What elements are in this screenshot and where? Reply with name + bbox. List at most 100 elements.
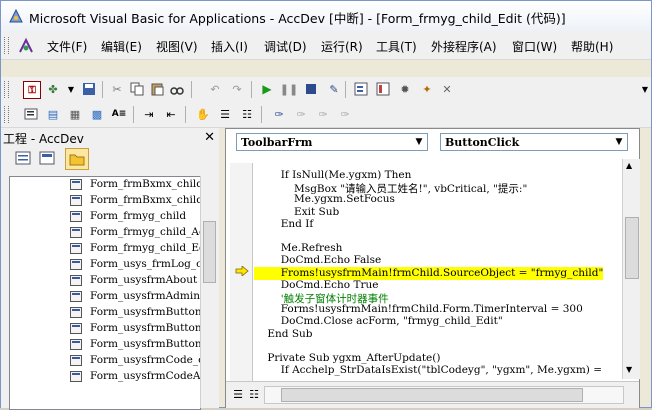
vba-window: Microsoft Visual Basic for Applications … — [0, 0, 652, 410]
view-code-icon[interactable] — [15, 150, 31, 166]
insert-dropdown-icon[interactable]: ▼ — [63, 81, 79, 97]
tree-item[interactable]: Form_frmyg_child_Ed — [10, 241, 200, 257]
toolbox-icon[interactable]: ✦ — [419, 81, 435, 97]
tree-item[interactable]: Form_usysfrmCodeAdd — [10, 369, 200, 385]
code-editor[interactable]: If IsNull(Me.ygxm) Then MsgBox "请输入员工姓名!… — [254, 169, 616, 379]
menu-window[interactable]: 窗口(W) — [512, 38, 557, 55]
code-horizontal-scrollbar[interactable] — [264, 386, 624, 404]
form-module-icon — [70, 227, 82, 238]
tree-item[interactable]: Form_usysfrmButton — [10, 321, 200, 337]
design-mode-icon[interactable]: ✎ — [326, 81, 342, 97]
procedure-view-icon[interactable]: ☰ — [230, 386, 246, 402]
previous-bookmark-icon[interactable]: ✑ — [315, 106, 331, 122]
project-tree-scrollbar[interactable] — [200, 176, 216, 408]
redo-icon[interactable]: ↷ — [229, 81, 245, 97]
code-line[interactable]: Private Sub ygxm_AfterUpdate() — [254, 352, 440, 365]
code-vertical-scrollbar[interactable]: ▲ ▼ — [622, 159, 640, 379]
run-icon[interactable]: ▶ — [259, 81, 275, 97]
toggle-bookmark-icon[interactable]: ✑ — [271, 106, 287, 122]
properties-window-icon[interactable] — [375, 81, 391, 97]
tree-item[interactable]: Form_frmyg_child — [10, 209, 200, 225]
tree-item[interactable]: Form_frmBxmx_child — [10, 193, 200, 209]
tree-item[interactable]: Form_usysfrmAdmin — [10, 289, 200, 305]
tree-item[interactable]: Form_usysfrmAbout — [10, 273, 200, 289]
copy-icon[interactable] — [129, 81, 145, 97]
tree-item[interactable]: Form_usys_frmLog_cl — [10, 257, 200, 273]
menu-file[interactable]: 文件(F) — [47, 38, 87, 55]
tree-item[interactable]: Form_frmyg_child_Ac — [10, 225, 200, 241]
code-scroll-thumb[interactable] — [625, 217, 639, 279]
code-line[interactable]: Me.ygxm.SetFocus — [254, 193, 395, 206]
object-combo[interactable]: ToolbarFrm ▼ — [236, 133, 428, 151]
code-line[interactable]: End Sub — [254, 328, 312, 341]
project-tree-scroll-thumb[interactable] — [203, 221, 216, 283]
tools-icon[interactable]: ✕ — [439, 81, 455, 97]
parameter-info-icon[interactable]: ▩ — [89, 106, 105, 122]
list-properties-icon[interactable] — [23, 106, 39, 122]
cut-icon[interactable]: ✂ — [109, 81, 125, 97]
object-browser-icon[interactable]: ✹ — [397, 81, 413, 97]
menu-grip[interactable] — [4, 37, 9, 54]
clear-bookmarks-icon[interactable]: ✑ — [337, 106, 353, 122]
code-line[interactable]: If IsNull(Me.ygxm) Then — [254, 169, 412, 182]
horizontal-scroll-thumb[interactable] — [281, 388, 583, 402]
edit-toolbar-grip[interactable] — [4, 106, 9, 123]
project-explorer-title: 工程 - AccDev — [3, 132, 84, 146]
find-icon[interactable] — [169, 81, 185, 97]
tree-item[interactable]: Form_usysfrmButton — [10, 337, 200, 353]
form-module-icon — [70, 355, 82, 366]
scroll-up-icon[interactable]: ▲ — [626, 161, 632, 170]
next-bookmark-icon[interactable]: ✑ — [293, 106, 309, 122]
toggle-breakpoint-icon[interactable]: ✋ — [195, 106, 211, 122]
complete-word-icon[interactable]: A≡ — [111, 106, 127, 122]
procedure-combo[interactable]: ButtonClick ▼ — [440, 133, 628, 151]
project-tree[interactable]: Form_frmBxmx_child Form_frmBxmx_child Fo… — [9, 176, 201, 410]
toggle-folders-icon[interactable] — [65, 148, 89, 170]
code-line[interactable]: Me.Refresh — [254, 242, 343, 255]
menu-addins[interactable]: 外接程序(A) — [431, 38, 497, 55]
save-icon[interactable] — [81, 81, 97, 97]
view-access-icon[interactable]: ⚿ — [23, 81, 41, 99]
code-line[interactable]: If Acchelp_StrDataIsExist("tblCodeyg", "… — [254, 364, 602, 377]
indent-icon[interactable]: ⇥ — [141, 106, 157, 122]
project-explorer-icon[interactable] — [353, 81, 369, 97]
menu-help[interactable]: 帮助(H) — [571, 38, 613, 55]
chevron-down-icon[interactable]: ▼ — [411, 134, 427, 150]
tree-item[interactable]: Form_frmBxmx_child — [10, 177, 200, 193]
code-line[interactable]: Exit Sub — [254, 206, 339, 219]
view-object-icon[interactable] — [39, 150, 55, 166]
tree-item[interactable]: Form_usysfrmButton — [10, 305, 200, 321]
code-line[interactable]: DoCmd.Close acForm, "frmyg_child_Edit" — [254, 315, 503, 328]
toolbar-options-icon[interactable]: ▼ — [637, 81, 652, 97]
paste-icon[interactable] — [149, 81, 165, 97]
scroll-down-icon[interactable]: ▼ — [626, 365, 632, 374]
quick-info-icon[interactable]: ▦ — [67, 106, 83, 122]
menu-insert[interactable]: 插入(I) — [211, 38, 248, 55]
code-line[interactable]: End If — [254, 218, 314, 231]
current-execution-line[interactable]: Froms!usysfrmMain!frmChild.SourceObject … — [254, 266, 604, 280]
tree-item[interactable]: Form_usysfrmCode_cl — [10, 353, 200, 369]
break-icon[interactable]: ❚❚ — [280, 81, 298, 97]
uncomment-block-icon[interactable]: ☷ — [239, 106, 255, 122]
code-comment-line[interactable]: '触发子窗体计时器事件 — [254, 291, 389, 305]
code-line[interactable]: MsgBox "请输入员工姓名!", vbCritical, "提示:" — [254, 181, 527, 195]
code-line[interactable]: Forms!usysfrmMain!frmChild.Form.TimerInt… — [254, 303, 583, 316]
toolbar-grip[interactable] — [4, 81, 9, 98]
vba-menu-icon[interactable] — [17, 37, 35, 55]
undo-icon[interactable]: ↶ — [207, 81, 223, 97]
code-line[interactable]: DoCmd.Echo True — [254, 279, 379, 292]
menu-view[interactable]: 视图(V) — [156, 38, 198, 55]
outdent-icon[interactable]: ⇤ — [163, 106, 179, 122]
full-module-view-icon[interactable]: ☷ — [246, 386, 262, 402]
comment-block-icon[interactable]: ☰ — [217, 106, 233, 122]
reset-icon[interactable] — [303, 81, 319, 97]
menu-debug[interactable]: 调试(D) — [264, 38, 307, 55]
menu-run[interactable]: 运行(R) — [321, 38, 363, 55]
code-line[interactable]: DoCmd.Echo False — [254, 254, 382, 267]
insert-module-icon[interactable]: ✤ — [45, 81, 61, 97]
list-constants-icon[interactable]: ▤ — [45, 106, 61, 122]
chevron-down-icon[interactable]: ▼ — [611, 134, 627, 150]
close-project-explorer-icon[interactable]: ✕ — [204, 130, 215, 145]
menu-edit[interactable]: 编辑(E) — [101, 38, 142, 55]
menu-tools[interactable]: 工具(T) — [376, 38, 417, 55]
